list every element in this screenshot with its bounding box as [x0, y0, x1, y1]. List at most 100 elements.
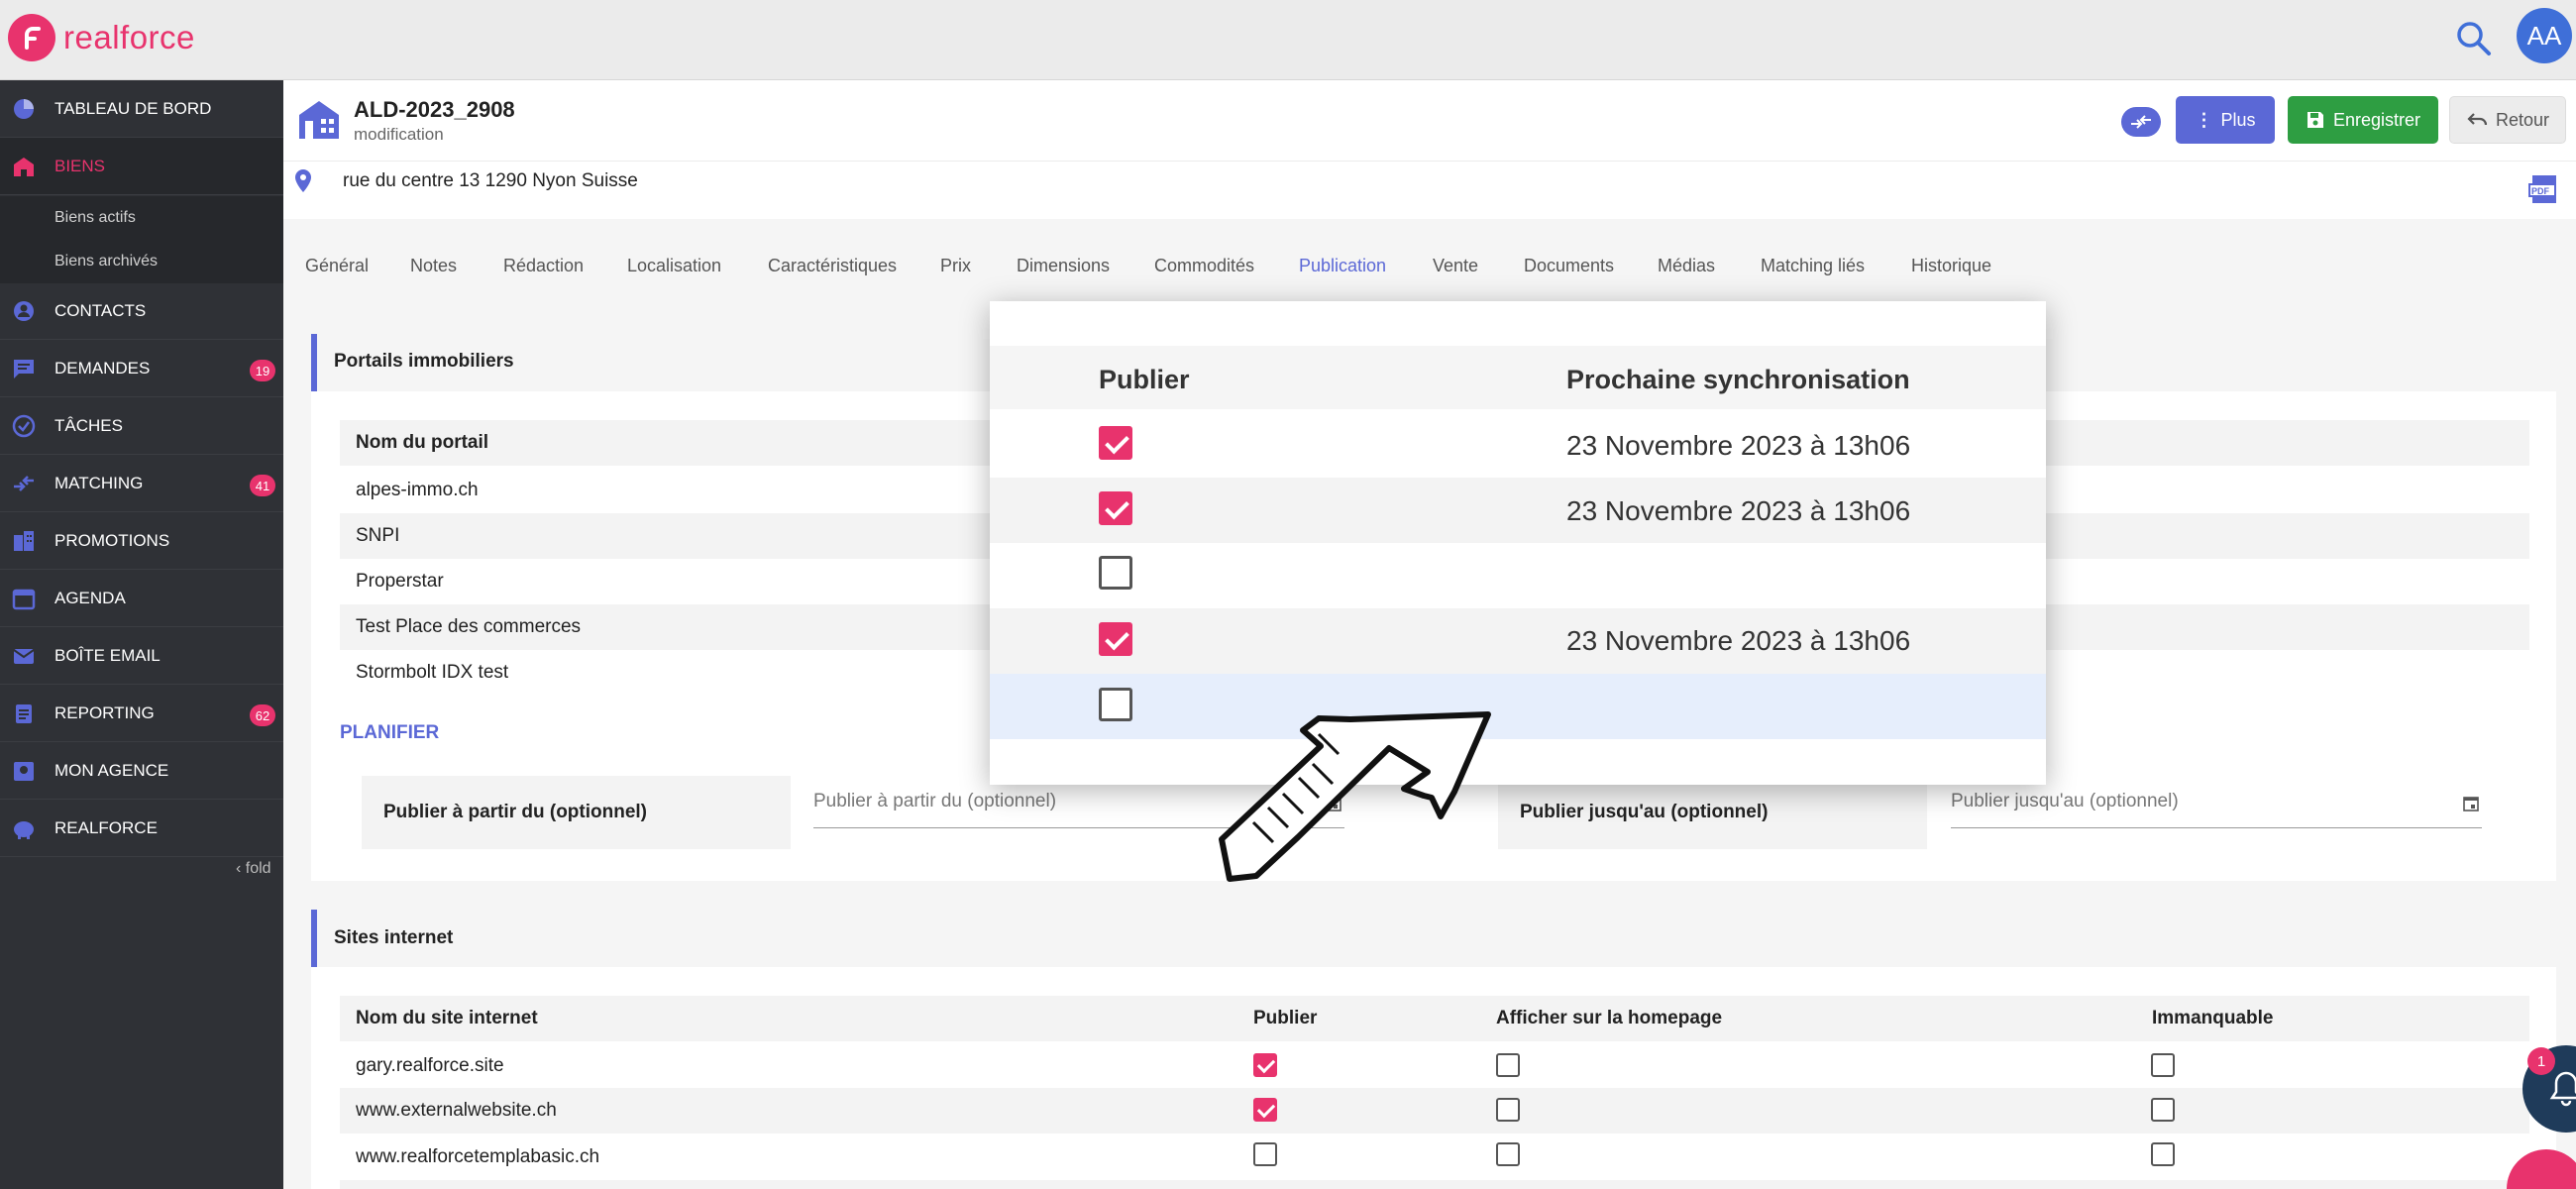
sidebar-item-matching[interactable]: MATCHING 41 — [0, 455, 283, 512]
sidebar-item-biens[interactable]: BIENS — [0, 138, 283, 195]
property-icon — [297, 97, 341, 146]
tab-dimensions[interactable]: Dimensions — [1017, 256, 1110, 276]
sidebar-item-realforce[interactable]: REALFORCE — [0, 800, 283, 857]
tab-matching-lies[interactable]: Matching liés — [1761, 256, 1865, 276]
tab-caracteristiques[interactable]: Caractéristiques — [768, 256, 897, 276]
publish-checkbox[interactable] — [1099, 622, 1132, 656]
home-icon — [14, 158, 34, 176]
sidebar-item-label: BIENS — [54, 156, 106, 175]
must-see-checkbox[interactable] — [2151, 1053, 2175, 1077]
back-button-label: Retour — [2495, 109, 2550, 130]
location-pin-icon — [293, 168, 313, 199]
sidebar-item-reporting[interactable]: REPORTING 62 — [0, 685, 283, 742]
col-must-see: Immanquable — [2152, 1008, 2274, 1028]
sidebar-item-label: TABLEAU DE BORD — [54, 98, 212, 118]
tab-general[interactable]: Général — [305, 256, 369, 276]
save-icon — [2307, 112, 2323, 128]
save-button-label: Enregistrer — [2332, 109, 2421, 130]
tab-prix[interactable]: Prix — [940, 256, 971, 276]
undo-icon — [2467, 113, 2488, 126]
sidebar-item-mon-agence[interactable]: MON AGENCE — [0, 742, 283, 800]
tab-redaction[interactable]: Rédaction — [503, 256, 584, 276]
tab-commodites[interactable]: Commodités — [1154, 256, 1254, 276]
sidebar-item-taches[interactable]: TÂCHES — [0, 397, 283, 455]
homepage-checkbox[interactable] — [1496, 1098, 1520, 1122]
reporting-count-badge: 62 — [250, 704, 275, 726]
property-address: rue du centre 13 1290 Nyon Suisse — [343, 170, 638, 191]
sidebar-item-label: REPORTING — [54, 703, 155, 722]
sidebar-fold-toggle[interactable]: ‹ fold — [236, 860, 271, 878]
pdf-icon[interactable]: PDF — [2528, 174, 2558, 211]
callout-col-sync: Prochaine synchronisation — [1566, 365, 1910, 394]
must-see-checkbox[interactable] — [2151, 1098, 2175, 1122]
tab-medias[interactable]: Médias — [1658, 256, 1715, 276]
publish-to-input[interactable]: Publier jusqu'au (optionnel) — [1951, 791, 2482, 828]
back-button[interactable]: Retour — [2449, 96, 2566, 144]
matching-toggle-button[interactable] — [2121, 107, 2161, 137]
calendar-icon[interactable] — [2462, 795, 2480, 812]
publish-checkbox[interactable] — [1099, 491, 1132, 525]
sidebar-item-label: PROMOTIONS — [54, 530, 170, 550]
brand-logo[interactable]: realforce — [8, 14, 195, 61]
svg-text:PDF: PDF — [2531, 186, 2550, 196]
more-button-label: Plus — [2220, 109, 2256, 130]
piggy-icon — [14, 821, 34, 839]
sidebar-item-agenda[interactable]: AGENDA — [0, 570, 283, 627]
more-button[interactable]: ⋮ Plus — [2176, 96, 2275, 144]
sidebar-item-label: MON AGENCE — [54, 760, 169, 780]
sidebar-item-label: CONTACTS — [54, 300, 147, 320]
search-icon[interactable] — [2455, 20, 2493, 62]
publish-from-label: Publier à partir du (optionnel) — [362, 776, 791, 849]
section-accent-bar — [311, 334, 317, 391]
record-subtitle: modification — [354, 125, 444, 144]
tab-vente[interactable]: Vente — [1433, 256, 1478, 276]
sidebar-item-demandes[interactable]: DEMANDES 19 — [0, 340, 283, 397]
publish-checkbox[interactable] — [1253, 1142, 1277, 1166]
next-sync-date: 23 Novembre 2023 à 13h06 — [1566, 430, 1911, 461]
must-see-checkbox[interactable] — [2151, 1142, 2175, 1166]
mail-icon — [13, 649, 35, 664]
sidebar-item-dashboard[interactable]: TABLEAU DE BORD — [0, 80, 283, 138]
table-row — [340, 1180, 2529, 1189]
publish-checkbox[interactable] — [1099, 556, 1132, 590]
tab-publication[interactable]: Publication — [1299, 256, 1386, 276]
top-bar — [0, 0, 2576, 80]
bell-icon — [2549, 1071, 2576, 1107]
site-name: gary.realforce.site — [356, 1055, 504, 1076]
tab-localisation[interactable]: Localisation — [627, 256, 721, 276]
save-button[interactable]: Enregistrer — [2288, 96, 2438, 144]
sidebar-item-email[interactable]: BOÎTE EMAIL — [0, 627, 283, 685]
swap-icon — [14, 476, 34, 491]
tab-documents[interactable]: Documents — [1524, 256, 1614, 276]
building-icon — [14, 531, 34, 551]
sidebar-item-promotions[interactable]: PROMOTIONS — [0, 512, 283, 570]
publish-to-placeholder: Publier jusqu'au (optionnel) — [1951, 791, 2179, 811]
site-name: www.realforcetemplabasic.ch — [356, 1146, 600, 1167]
portails-title: Portails immobiliers — [334, 351, 514, 372]
publish-checkbox[interactable] — [1253, 1053, 1277, 1077]
table-row: www.realforcetemplabasic.ch — [340, 1135, 2529, 1180]
dashboard-icon — [14, 99, 34, 119]
homepage-checkbox[interactable] — [1496, 1142, 1520, 1166]
user-avatar[interactable]: AA — [2517, 8, 2572, 63]
sidebar-subitem-biens-archives[interactable]: Biens archivés — [0, 240, 283, 283]
col-site-name: Nom du site internet — [356, 1008, 538, 1028]
sidebar: TABLEAU DE BORD BIENS Biens actifs Biens… — [0, 80, 283, 1189]
publish-checkbox[interactable] — [1099, 426, 1132, 460]
agency-icon — [14, 762, 34, 781]
sites-table-header: Nom du site internet Publier Afficher su… — [340, 996, 2529, 1041]
homepage-checkbox[interactable] — [1496, 1053, 1520, 1077]
publish-checkbox[interactable] — [1099, 688, 1132, 721]
publish-checkbox[interactable] — [1253, 1098, 1277, 1122]
tab-historique[interactable]: Historique — [1911, 256, 1991, 276]
table-row-highlighted — [990, 674, 2046, 739]
tab-notes[interactable]: Notes — [410, 256, 457, 276]
publish-from-placeholder: Publier à partir du (optionnel) — [813, 791, 1057, 811]
section-accent-bar — [311, 910, 317, 967]
table-row: www.externalwebsite.ch — [340, 1088, 2529, 1134]
sidebar-subitem-biens-actifs[interactable]: Biens actifs — [0, 196, 283, 240]
sidebar-item-contacts[interactable]: CONTACTS — [0, 282, 283, 340]
planifier-heading: PLANIFIER — [340, 722, 440, 743]
sites-card-header — [311, 910, 2556, 967]
swap-icon — [2131, 115, 2151, 129]
